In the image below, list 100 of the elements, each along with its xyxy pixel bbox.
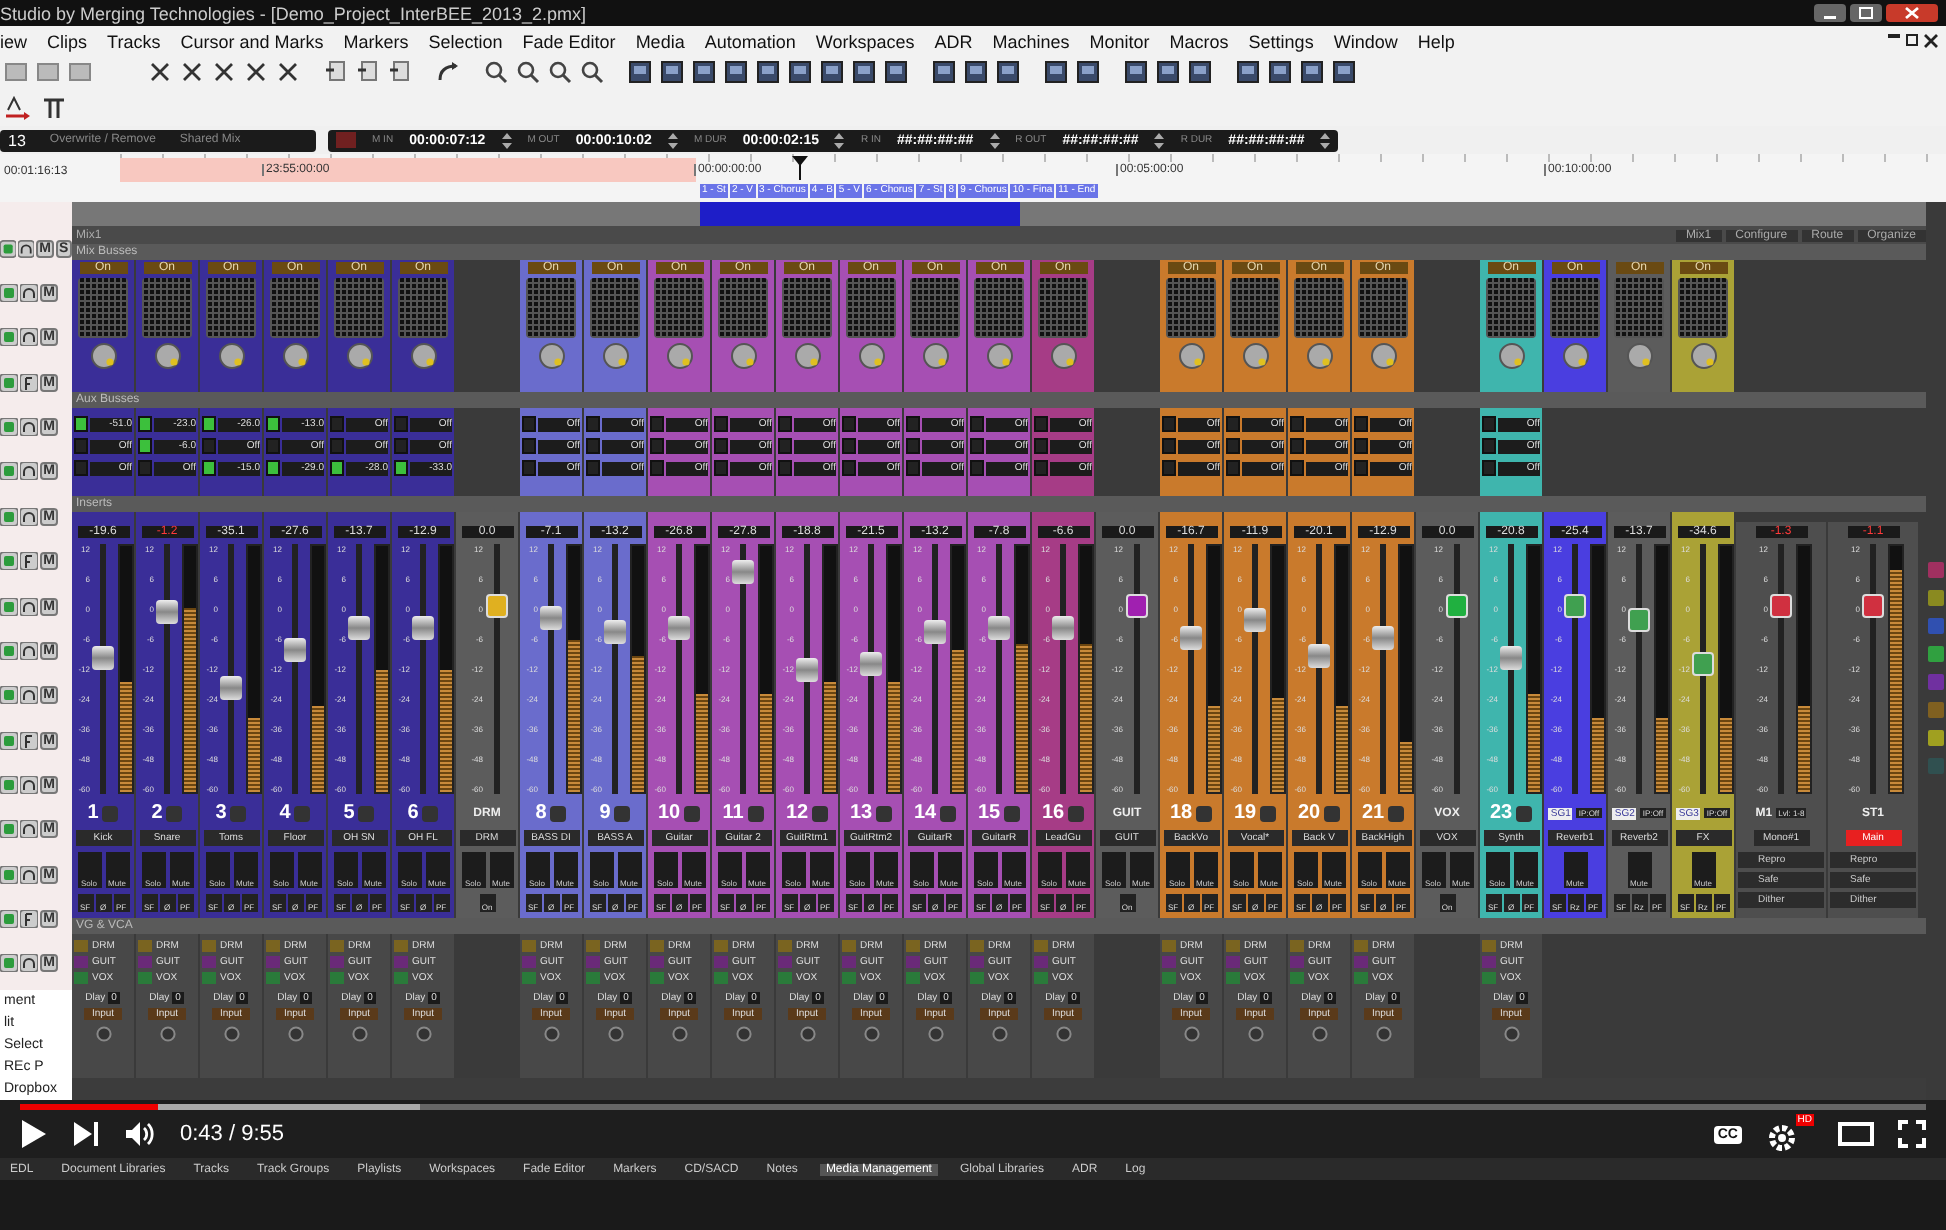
- fader-handle[interactable]: [156, 600, 178, 625]
- group-swatch[interactable]: [714, 940, 728, 952]
- fader-handle[interactable]: [220, 675, 242, 700]
- send-indicator[interactable]: [330, 460, 344, 476]
- fader-handle[interactable]: [485, 593, 507, 618]
- group-swatch[interactable]: [1482, 940, 1496, 952]
- menu-item[interactable]: Automation: [704, 31, 796, 51]
- group-swatch[interactable]: [1354, 940, 1368, 952]
- group-swatch[interactable]: [1290, 940, 1304, 952]
- group-swatch[interactable]: [586, 972, 600, 984]
- group-swatch[interactable]: [202, 972, 216, 984]
- group-swatch[interactable]: [330, 940, 344, 952]
- select-button[interactable]: [1260, 805, 1277, 821]
- group-swatch[interactable]: [202, 956, 216, 968]
- fader-handle[interactable]: [860, 652, 882, 677]
- fader-handle[interactable]: [988, 616, 1010, 641]
- fader-handle[interactable]: [540, 605, 562, 630]
- select-button[interactable]: [812, 805, 829, 821]
- group-swatch[interactable]: [650, 956, 664, 968]
- menu-item[interactable]: Fade Editor: [522, 31, 616, 51]
- select-button[interactable]: [940, 805, 957, 821]
- fader-handle[interactable]: [1692, 652, 1714, 677]
- fader-handle[interactable]: [92, 645, 114, 670]
- fader-handle[interactable]: [1308, 643, 1330, 668]
- select-button[interactable]: [1004, 805, 1021, 821]
- group-swatch[interactable]: [74, 972, 88, 984]
- group-swatch[interactable]: [1034, 940, 1048, 952]
- group-swatch[interactable]: [522, 956, 536, 968]
- fader-handle[interactable]: [604, 620, 626, 645]
- group-swatch[interactable]: [74, 956, 88, 968]
- group-swatch[interactable]: [1226, 940, 1240, 952]
- select-button[interactable]: [1068, 805, 1085, 821]
- menu-item[interactable]: Selection: [428, 31, 503, 51]
- send-indicator[interactable]: [266, 416, 280, 432]
- group-swatch[interactable]: [714, 972, 728, 984]
- group-swatch[interactable]: [714, 956, 728, 968]
- group-swatch[interactable]: [138, 940, 152, 952]
- group-swatch[interactable]: [138, 972, 152, 984]
- group-swatch[interactable]: [522, 940, 536, 952]
- send-indicator[interactable]: [266, 460, 280, 476]
- audio-clip[interactable]: [700, 202, 1020, 226]
- group-swatch[interactable]: [650, 940, 664, 952]
- send-indicator[interactable]: [202, 460, 216, 476]
- group-swatch[interactable]: [970, 972, 984, 984]
- fader-handle[interactable]: [924, 620, 946, 645]
- menu-item[interactable]: Help: [1417, 31, 1455, 51]
- group-swatch[interactable]: [586, 940, 600, 952]
- group-swatch[interactable]: [778, 956, 792, 968]
- group-swatch[interactable]: [202, 940, 216, 952]
- group-swatch[interactable]: [266, 956, 280, 968]
- fader-handle[interactable]: [1628, 607, 1650, 632]
- group-swatch[interactable]: [1482, 956, 1496, 968]
- scrollbar[interactable]: [1926, 202, 1946, 1100]
- progress-bar[interactable]: [20, 1104, 1926, 1110]
- group-swatch[interactable]: [842, 972, 856, 984]
- fader-handle[interactable]: [1770, 593, 1792, 618]
- group-swatch[interactable]: [522, 972, 536, 984]
- group-swatch[interactable]: [970, 956, 984, 968]
- fader-handle[interactable]: [1180, 625, 1202, 650]
- select-button[interactable]: [1196, 805, 1213, 821]
- select-button[interactable]: [1516, 805, 1533, 821]
- select-button[interactable]: [550, 805, 567, 821]
- fader-handle[interactable]: [1052, 616, 1074, 641]
- group-swatch[interactable]: [1162, 972, 1176, 984]
- group-swatch[interactable]: [1290, 956, 1304, 968]
- group-swatch[interactable]: [394, 956, 408, 968]
- menu-item[interactable]: Monitor: [1089, 31, 1150, 51]
- group-swatch[interactable]: [1226, 972, 1240, 984]
- menu-item[interactable]: Workspaces: [815, 31, 915, 51]
- send-indicator[interactable]: [202, 416, 216, 432]
- fader-handle[interactable]: [1862, 593, 1884, 618]
- select-button[interactable]: [1388, 805, 1405, 821]
- fader-handle[interactable]: [1244, 607, 1266, 632]
- menu-item[interactable]: Tracks: [107, 31, 161, 51]
- group-swatch[interactable]: [394, 940, 408, 952]
- select-button[interactable]: [684, 805, 701, 821]
- fader-handle[interactable]: [796, 657, 818, 681]
- group-swatch[interactable]: [1482, 972, 1496, 984]
- menu-item[interactable]: Settings: [1248, 31, 1314, 51]
- group-swatch[interactable]: [650, 972, 664, 984]
- send-indicator[interactable]: [394, 460, 408, 476]
- fader-handle[interactable]: [1125, 593, 1147, 618]
- menu-item[interactable]: Media: [635, 31, 685, 51]
- group-swatch[interactable]: [778, 940, 792, 952]
- group-swatch[interactable]: [266, 940, 280, 952]
- send-indicator[interactable]: [138, 416, 152, 432]
- group-swatch[interactable]: [586, 956, 600, 968]
- group-swatch[interactable]: [1290, 972, 1304, 984]
- fader-handle[interactable]: [412, 616, 434, 641]
- group-swatch[interactable]: [1162, 956, 1176, 968]
- group-swatch[interactable]: [970, 940, 984, 952]
- send-indicator[interactable]: [138, 438, 152, 454]
- group-swatch[interactable]: [1226, 956, 1240, 968]
- menu-item[interactable]: Markers: [343, 31, 409, 51]
- fader-handle[interactable]: [1500, 645, 1522, 670]
- group-swatch[interactable]: [1034, 956, 1048, 968]
- group-swatch[interactable]: [906, 972, 920, 984]
- select-button[interactable]: [876, 805, 893, 821]
- group-swatch[interactable]: [266, 972, 280, 984]
- group-swatch[interactable]: [138, 956, 152, 968]
